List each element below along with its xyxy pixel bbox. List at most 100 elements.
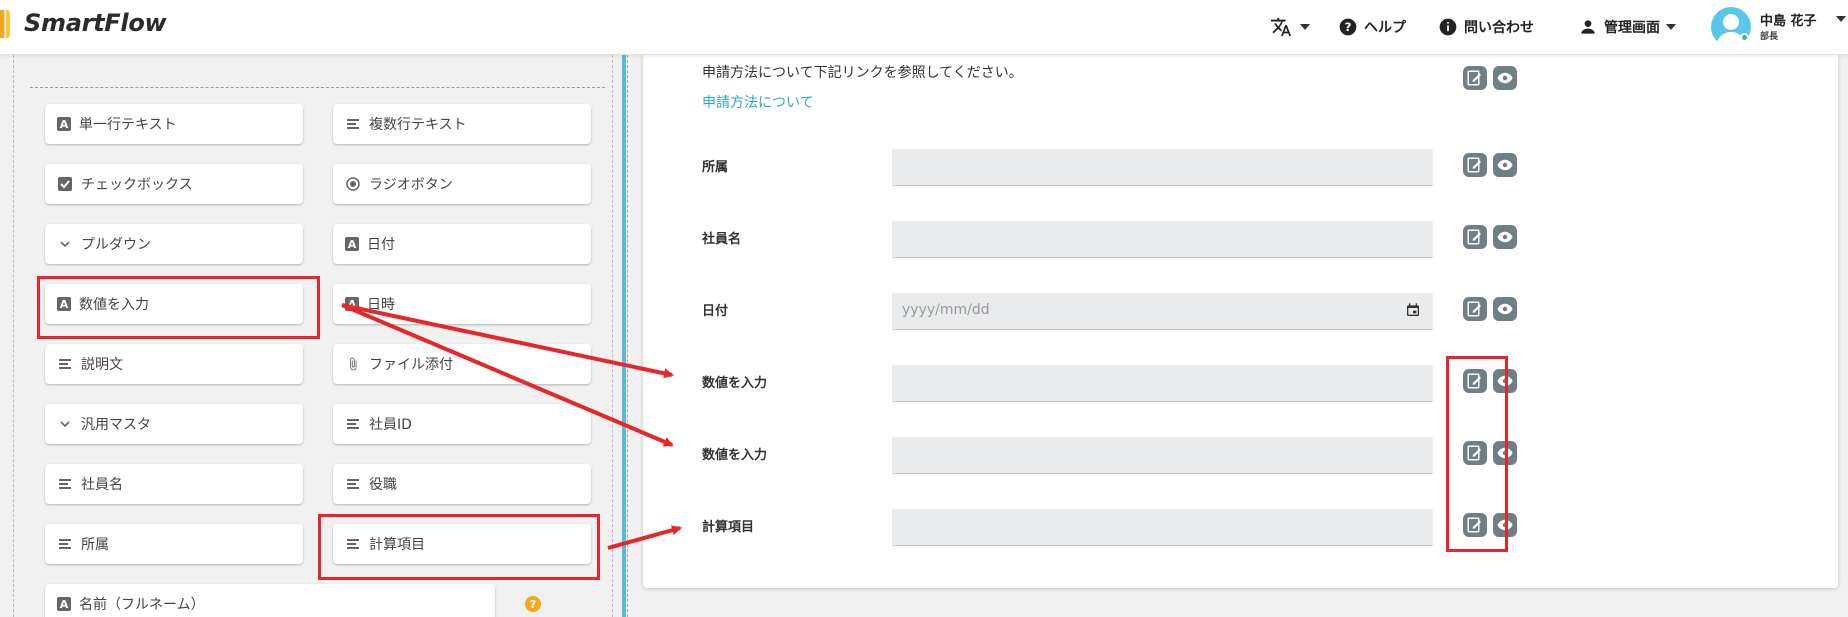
lines-icon bbox=[57, 356, 73, 372]
chevron-down-icon bbox=[57, 416, 73, 432]
palette-item[interactable]: 社員名 bbox=[45, 464, 303, 504]
preview-button[interactable] bbox=[1493, 153, 1517, 177]
eye-icon bbox=[1497, 231, 1513, 243]
field-input[interactable] bbox=[892, 365, 1433, 402]
palette-item[interactable]: 複数行テキスト bbox=[333, 104, 591, 144]
translate-icon bbox=[1270, 17, 1292, 37]
edit-button[interactable] bbox=[1463, 153, 1487, 177]
palette-item[interactable]: チェックボックス bbox=[45, 164, 303, 204]
palette-item[interactable]: A 単一行テキスト bbox=[45, 104, 303, 144]
field-input[interactable]: yyyy/mm/dd bbox=[892, 293, 1433, 330]
help-icon: ? bbox=[1339, 18, 1357, 36]
palette-item-label: 日付 bbox=[367, 237, 395, 253]
text-a-icon: A bbox=[345, 297, 359, 311]
question-icon[interactable]: ? bbox=[525, 596, 541, 612]
svg-text:?: ? bbox=[1345, 20, 1352, 34]
palette-item[interactable]: A 日付 bbox=[333, 224, 591, 264]
palette-item-label: プルダウン bbox=[81, 237, 151, 253]
admin-menu[interactable]: 管理画面 bbox=[1578, 13, 1676, 41]
preview-button[interactable] bbox=[1493, 441, 1517, 465]
palette-item-label: ファイル添付 bbox=[369, 357, 453, 373]
edit-icon bbox=[1467, 157, 1481, 173]
edit-icon bbox=[1467, 517, 1481, 533]
text-a-icon: A bbox=[57, 297, 71, 311]
edit-icon bbox=[1467, 229, 1481, 245]
palette-item[interactable]: 計算項目 bbox=[333, 524, 591, 564]
palette-item-label: 汎用マスタ bbox=[81, 417, 151, 433]
checkbox-icon bbox=[57, 176, 73, 192]
palette-item[interactable]: A 数値を入力 bbox=[45, 284, 303, 324]
palette-item[interactable]: A 日時 bbox=[333, 284, 591, 324]
palette-item[interactable]: 説明文 bbox=[45, 344, 303, 384]
palette-item[interactable]: 汎用マスタ bbox=[45, 404, 303, 444]
field-label: 所属 bbox=[702, 160, 729, 175]
edit-button[interactable] bbox=[1463, 66, 1487, 90]
field-input[interactable] bbox=[892, 437, 1433, 474]
palette-item[interactable]: ラジオボタン bbox=[333, 164, 591, 204]
palette-item-label: 社員ID bbox=[369, 417, 412, 433]
lines-icon bbox=[345, 116, 361, 132]
lines-icon bbox=[345, 476, 361, 492]
palette-item[interactable]: 役職 bbox=[333, 464, 591, 504]
text-a-icon: A bbox=[57, 597, 71, 611]
user-name[interactable]: 中島 花子 bbox=[1760, 10, 1817, 29]
palette-item-label: 日時 bbox=[367, 297, 395, 313]
palette-item-label: 名前（フルネーム） bbox=[79, 597, 205, 613]
paperclip-icon bbox=[345, 356, 361, 372]
palette-item[interactable]: ファイル添付 bbox=[333, 344, 591, 384]
palette-item[interactable]: A 名前（フルネーム） bbox=[45, 584, 495, 617]
lines-icon bbox=[57, 476, 73, 492]
person-icon bbox=[1581, 20, 1595, 34]
user-role: 部長 bbox=[1760, 32, 1779, 42]
text-a-icon: A bbox=[345, 237, 359, 251]
palette-item-label: ラジオボタン bbox=[369, 177, 453, 193]
preview-button[interactable] bbox=[1493, 297, 1517, 321]
contact-link[interactable]: 問い合わせ bbox=[1438, 13, 1534, 41]
text-a-icon: A bbox=[57, 117, 71, 131]
field-input[interactable] bbox=[892, 509, 1433, 546]
palette-item-label: チェックボックス bbox=[81, 177, 193, 193]
contact-label: 問い合わせ bbox=[1464, 20, 1534, 36]
palette-item-label: 単一行テキスト bbox=[79, 117, 177, 133]
top-header: SmartFlow ? ヘルプ 問い合わせ 管理画面 中島 花子 部長 bbox=[0, 0, 1848, 55]
edit-button[interactable] bbox=[1463, 225, 1487, 249]
language-menu[interactable] bbox=[1270, 13, 1310, 41]
calendar-icon[interactable] bbox=[1405, 302, 1421, 322]
palette-item[interactable]: 社員ID bbox=[333, 404, 591, 444]
edit-icon bbox=[1467, 70, 1481, 86]
palette-item[interactable]: 所属 bbox=[45, 524, 303, 564]
palette-item-label: 複数行テキスト bbox=[369, 117, 467, 133]
user-menu-chevron-icon[interactable] bbox=[1836, 16, 1846, 22]
application-method-link[interactable]: 申請方法について bbox=[702, 92, 814, 112]
field-input[interactable] bbox=[892, 221, 1433, 258]
palette-item-label: 社員名 bbox=[81, 477, 123, 493]
palette-item-label: 数値を入力 bbox=[79, 297, 149, 313]
help-link[interactable]: ? ヘルプ bbox=[1338, 13, 1406, 41]
radio-icon bbox=[345, 176, 361, 192]
chevron-down-icon bbox=[1666, 24, 1676, 30]
edit-button[interactable] bbox=[1463, 441, 1487, 465]
preview-button[interactable] bbox=[1493, 225, 1517, 249]
palette-item[interactable]: プルダウン bbox=[45, 224, 303, 264]
chevron-down-icon bbox=[57, 236, 73, 252]
palette-item-label: 役職 bbox=[369, 477, 397, 493]
edit-button[interactable] bbox=[1463, 513, 1487, 537]
eye-icon bbox=[1497, 72, 1513, 84]
field-label: 社員名 bbox=[702, 232, 742, 247]
palette-item-label: 計算項目 bbox=[369, 537, 425, 553]
info-icon bbox=[1439, 18, 1457, 36]
preview-button[interactable] bbox=[1493, 513, 1517, 537]
palette-divider bbox=[30, 87, 605, 88]
palette-item-label: 所属 bbox=[81, 537, 109, 553]
form-description: 申請方法について下記リンクを参照してください。 bbox=[702, 65, 1023, 81]
field-input[interactable] bbox=[892, 149, 1433, 186]
panel-splitter[interactable] bbox=[622, 55, 626, 617]
app-logo[interactable]: SmartFlow bbox=[24, 9, 167, 37]
edit-button[interactable] bbox=[1463, 369, 1487, 393]
edit-button[interactable] bbox=[1463, 297, 1487, 321]
field-label: 数値を入力 bbox=[702, 448, 768, 463]
preview-button[interactable] bbox=[1493, 369, 1517, 393]
preview-button[interactable] bbox=[1493, 66, 1517, 90]
field-label: 計算項目 bbox=[702, 520, 755, 535]
lines-icon bbox=[345, 416, 361, 432]
